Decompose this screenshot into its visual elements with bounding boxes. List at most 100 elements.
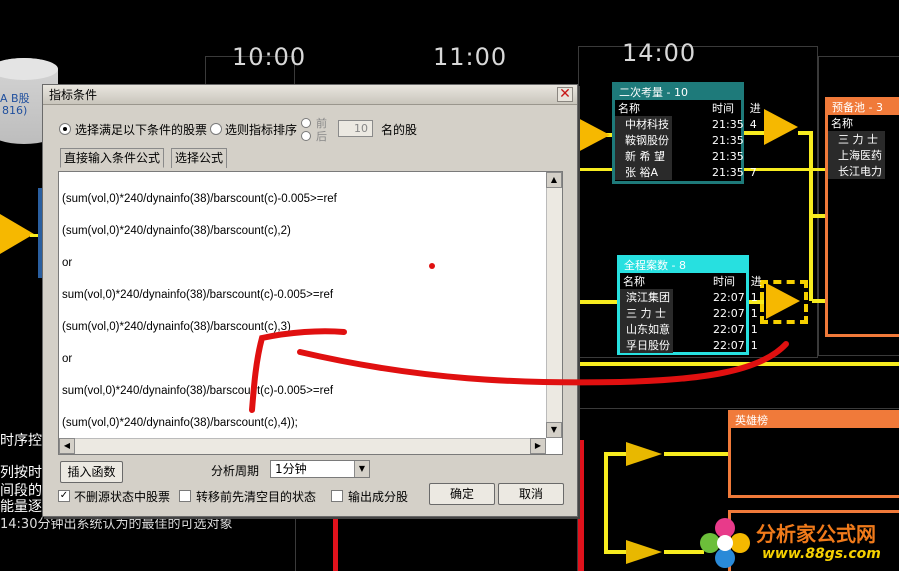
- radio-rank-label[interactable]: 选则指标排序: [225, 121, 297, 138]
- table-row[interactable]: 长江电力: [828, 163, 885, 179]
- radio-front[interactable]: [301, 118, 311, 128]
- stock-time: 22:07: [713, 290, 745, 304]
- table-row[interactable]: 三 力 士: [828, 131, 885, 147]
- red-wire: [578, 440, 584, 571]
- stock-time: 22:07: [713, 306, 745, 320]
- period-select[interactable]: 1分钟 ▼: [270, 460, 370, 478]
- stock-name: 张 裕A: [615, 164, 672, 180]
- stock-time: 21:35: [712, 165, 744, 179]
- panel-title: 预备池 - 3: [828, 100, 899, 115]
- stock-name: 三 力 士: [620, 305, 673, 321]
- formula-line: or: [62, 257, 73, 269]
- radio-back-label[interactable]: 后: [316, 128, 327, 144]
- panel-second-consider[interactable]: 二次考量 - 10 名称 时间 进 中材科技 21:35 4 鞍钢股份 21:35 新…: [612, 82, 761, 184]
- stock-name: 三 力 士: [828, 131, 885, 147]
- stock-time: 21:35: [712, 149, 744, 163]
- wire: [576, 300, 618, 304]
- table-row[interactable]: 孚日股份 22:07 1: [620, 337, 765, 353]
- chevron-down-icon[interactable]: ▼: [354, 461, 369, 477]
- side-text: 时序控: [0, 433, 42, 449]
- col-header: 时间: [713, 275, 735, 288]
- ok-button[interactable]: 确定: [429, 483, 495, 505]
- scroll-down-icon[interactable]: ▼: [546, 422, 562, 438]
- filter-node: [576, 117, 610, 153]
- period-label: 分析周期: [211, 464, 260, 478]
- formula-text[interactable]: (sum(vol,0)*240/dynainfo(38)/barscount(c…: [62, 175, 546, 463]
- table-row[interactable]: 上海医药: [828, 147, 885, 163]
- radio-back[interactable]: [301, 131, 311, 141]
- table-row[interactable]: 张 裕A 21:35 7: [615, 164, 764, 180]
- tab-direct-input[interactable]: 直接输入条件公式: [60, 148, 165, 168]
- rank-count-input[interactable]: 10: [338, 120, 373, 137]
- formula-line: sum(vol,0)*240/dynainfo(38)/barscount(c)…: [62, 385, 334, 397]
- table-row[interactable]: 山东如意 22:07 1: [620, 321, 765, 337]
- stock-name: 滨江集团: [620, 289, 673, 305]
- radio-condition-label[interactable]: 选择满足以下条件的股票: [75, 121, 207, 138]
- table-row[interactable]: 滨江集团 22:07 1: [620, 289, 765, 305]
- database-label: 816): [2, 104, 28, 117]
- stock-time: 21:35: [712, 133, 744, 147]
- stock-time: 22:07: [713, 338, 745, 352]
- formula-editor[interactable]: (sum(vol,0)*240/dynainfo(38)/barscount(c…: [58, 171, 563, 455]
- stock-name: 上海医药: [828, 147, 885, 163]
- wire: [604, 452, 626, 456]
- col-header: 名称: [618, 102, 640, 115]
- cancel-button[interactable]: 取消: [498, 483, 564, 505]
- col-header: 进: [750, 275, 762, 288]
- wire: [576, 362, 899, 366]
- side-text: 列按时: [0, 465, 42, 481]
- panel-title: 全程案数 - 8: [620, 258, 746, 273]
- table-row[interactable]: 新 希 望 21:35: [615, 148, 764, 164]
- col-header: 名称: [623, 275, 645, 288]
- formula-line: (sum(vol,0)*240/dynainfo(38)/barscount(c…: [62, 193, 337, 205]
- formula-line: (sum(vol,0)*240/dynainfo(38)/barscount(c…: [62, 225, 291, 237]
- stock-table: 名称 时间 进 滨江集团 22:07 1 三 力 士 22:07 1 山东如意 22:07…: [620, 273, 765, 353]
- check-output-label[interactable]: 输出成分股: [348, 488, 408, 505]
- insert-function-button[interactable]: 插入函数: [60, 461, 123, 483]
- stock-value: [747, 148, 764, 164]
- tab-select-formula[interactable]: 选择公式: [171, 148, 228, 168]
- indicator-condition-dialog: 指标条件 ✕ 选择满足以下条件的股票 选则指标排序 前 后 10 名的股 直接输…: [42, 84, 578, 517]
- check-clear-box[interactable]: [179, 490, 191, 502]
- stock-table: 名称 三 力 士 上海医药 长江电力: [828, 115, 885, 179]
- vertical-scrollbar[interactable]: ▲ ▼: [546, 172, 562, 438]
- selected-node-frame: [760, 280, 808, 324]
- scroll-left-icon[interactable]: ◀: [59, 438, 75, 454]
- table-row[interactable]: 三 力 士 22:07 1: [620, 305, 765, 321]
- panel-reserve-pool[interactable]: 预备池 - 3 名称 三 力 士 上海医药 长江电力: [825, 97, 899, 337]
- filter-node: [764, 109, 798, 145]
- wire: [664, 452, 730, 456]
- red-wire: [333, 516, 338, 571]
- panel-full-process[interactable]: 全程案数 - 8 名称 时间 进 滨江集团 22:07 1 三 力 士 22:07 1 …: [617, 255, 762, 355]
- panel-title: 二次考量 - 10: [615, 85, 741, 100]
- stock-value: 1: [750, 306, 758, 320]
- stock-value: [747, 132, 764, 148]
- watermark-flower-icon: [700, 518, 750, 568]
- close-icon[interactable]: ✕: [557, 87, 573, 102]
- dialog-title: 指标条件: [43, 85, 577, 105]
- stock-time: 22:07: [713, 322, 745, 336]
- horizontal-scrollbar[interactable]: ◀ ▶: [59, 438, 546, 454]
- table-row[interactable]: 鞍钢股份 21:35: [615, 132, 764, 148]
- period-value: 1分钟: [275, 462, 307, 476]
- col-header: 时间: [712, 102, 734, 115]
- filter-node-small: [626, 540, 662, 564]
- check-clear-label[interactable]: 转移前先清空目的状态: [196, 488, 316, 505]
- check-source-label[interactable]: 不删源状态中股票: [74, 488, 170, 505]
- stock-time: 21:35: [712, 117, 744, 131]
- wire: [812, 214, 826, 218]
- check-source-box[interactable]: ✓: [58, 490, 70, 502]
- stock-name: 山东如意: [620, 321, 673, 337]
- stock-name: 孚日股份: [620, 337, 673, 353]
- radio-condition[interactable]: [59, 123, 71, 135]
- scroll-up-icon[interactable]: ▲: [546, 172, 562, 188]
- panel-hero-list[interactable]: 英雄榜: [728, 410, 899, 498]
- scroll-right-icon[interactable]: ▶: [530, 438, 546, 454]
- check-output-box[interactable]: [331, 490, 343, 502]
- wire: [604, 550, 626, 554]
- time-header: 10:00: [232, 43, 307, 71]
- radio-rank[interactable]: [210, 123, 222, 135]
- watermark-url: www.88gs.com: [762, 546, 881, 562]
- table-row[interactable]: 中材科技 21:35 4: [615, 116, 764, 132]
- stock-name: 鞍钢股份: [615, 132, 672, 148]
